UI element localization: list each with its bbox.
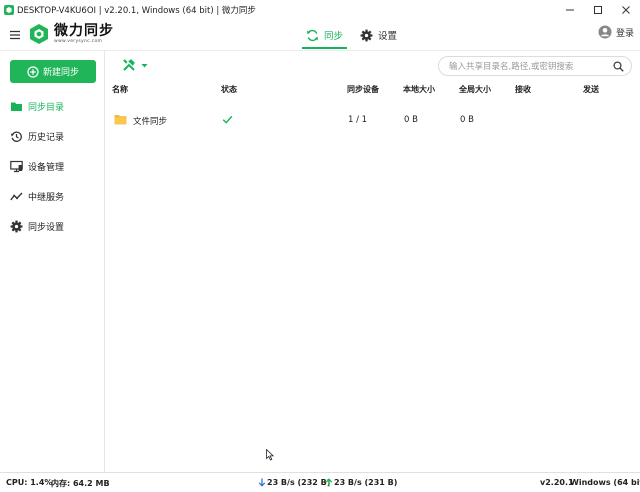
column-header-global-size[interactable]: 全局大小 bbox=[459, 84, 491, 95]
folder-icon bbox=[11, 102, 22, 111]
tools-dropdown[interactable] bbox=[122, 58, 148, 72]
minimize-button[interactable] bbox=[556, 0, 584, 20]
add-circle-icon bbox=[27, 65, 39, 78]
download-rate-value: 23 B/s (232 B) bbox=[267, 478, 331, 487]
login-button[interactable]: 登录 bbox=[598, 25, 634, 39]
devices-count: 1 / 1 bbox=[348, 115, 368, 125]
sidebar-item-label: 中继服务 bbox=[28, 192, 65, 203]
mouse-cursor-icon bbox=[266, 449, 274, 461]
tab-settings[interactable]: 设置 bbox=[360, 24, 397, 46]
sidebar-item-label: 设备管理 bbox=[28, 162, 65, 173]
gear-icon bbox=[360, 29, 373, 41]
search-input[interactable]: 输入共享目录名,路径,或密钥搜索 bbox=[438, 56, 632, 76]
close-icon bbox=[622, 6, 630, 14]
app-header: 微力同步 www.verysync.com 同步 设置 登录 bbox=[0, 20, 640, 50]
maximize-icon bbox=[594, 6, 602, 14]
status-bar: CPU: 1.4% 内存: 64.2 MB 23 B/s (232 B) 23 … bbox=[0, 472, 640, 492]
sidebar-item-history[interactable]: 历史记录 bbox=[0, 125, 104, 147]
sidebar-item-label: 同步目录 bbox=[28, 102, 65, 113]
column-header-local-size[interactable]: 本地大小 bbox=[403, 84, 435, 95]
column-header-send[interactable]: 发送 bbox=[583, 84, 599, 95]
download-arrow-icon bbox=[258, 478, 266, 487]
tab-sync[interactable]: 同步 bbox=[302, 24, 348, 49]
login-label: 登录 bbox=[615, 28, 634, 39]
column-header-devices[interactable]: 同步设备 bbox=[347, 84, 379, 95]
new-sync-button[interactable]: 新建同步 bbox=[10, 60, 96, 83]
column-header-receive[interactable]: 接收 bbox=[515, 84, 531, 95]
memory-usage: 内存: 64.2 MB bbox=[51, 479, 110, 488]
global-size: 0 B bbox=[460, 115, 474, 125]
history-icon bbox=[10, 130, 22, 142]
search-placeholder: 输入共享目录名,路径,或密钥搜索 bbox=[449, 62, 574, 72]
folder-name[interactable]: 文件同步 bbox=[133, 115, 167, 127]
title-bar: DESKTOP-V4KU6OI | v2.20.1, Windows (64 b… bbox=[0, 0, 640, 20]
tab-sync-label: 同步 bbox=[324, 31, 344, 42]
upload-rate-value: 23 B/s (231 B) bbox=[334, 478, 398, 487]
devices-icon bbox=[10, 160, 23, 172]
sidebar-item-label: 历史记录 bbox=[28, 132, 65, 143]
sidebar-item-label: 同步设置 bbox=[28, 222, 65, 233]
sidebar: 新建同步 同步目录 历史记录 设备管理 中继服务 同步设置 bbox=[0, 51, 105, 472]
app-version: v2.20.1 bbox=[540, 478, 574, 487]
os-info: Windows (64 bit) bbox=[570, 478, 640, 487]
logo-subtitle: www.verysync.com bbox=[54, 38, 103, 44]
column-header-name[interactable]: 名称 bbox=[112, 84, 128, 95]
column-header-status[interactable]: 状态 bbox=[221, 84, 237, 95]
sidebar-item-sync-settings[interactable]: 同步设置 bbox=[0, 215, 104, 237]
hamburger-menu-icon[interactable] bbox=[9, 29, 21, 41]
cpu-usage: CPU: 1.4% bbox=[6, 478, 53, 487]
sidebar-item-sync-folders[interactable]: 同步目录 bbox=[0, 95, 104, 117]
minimize-icon bbox=[566, 9, 574, 11]
maximize-button[interactable] bbox=[584, 0, 612, 20]
tools-icon bbox=[123, 59, 135, 71]
new-sync-label: 新建同步 bbox=[42, 68, 79, 78]
upload-arrow-icon bbox=[325, 478, 333, 487]
status-ok-check-icon bbox=[222, 115, 233, 124]
user-avatar-icon bbox=[598, 25, 612, 39]
relay-icon bbox=[10, 192, 23, 200]
app-icon bbox=[4, 5, 14, 15]
caret-down-icon bbox=[141, 63, 148, 67]
download-rate: 23 B/s (232 B) bbox=[258, 478, 330, 487]
sidebar-item-devices[interactable]: 设备管理 bbox=[0, 155, 104, 177]
sidebar-item-relay[interactable]: 中继服务 bbox=[0, 185, 104, 207]
local-size: 0 B bbox=[404, 115, 418, 125]
search-icon[interactable] bbox=[613, 61, 624, 72]
gear-icon bbox=[10, 220, 23, 232]
folder-icon bbox=[114, 115, 127, 125]
window-title: DESKTOP-V4KU6OI | v2.20.1, Windows (64 b… bbox=[17, 6, 256, 16]
active-tab-indicator bbox=[302, 47, 348, 49]
upload-rate: 23 B/s (231 B) bbox=[325, 478, 397, 487]
tab-settings-label: 设置 bbox=[378, 31, 398, 42]
logo-icon bbox=[30, 24, 48, 44]
close-button[interactable] bbox=[612, 0, 640, 20]
sync-icon bbox=[307, 29, 318, 41]
logo-title: 微力同步 bbox=[54, 22, 114, 39]
app-logo: 微力同步 www.verysync.com bbox=[28, 23, 114, 45]
table-row[interactable]: 文件同步 1 / 1 0 B 0 B bbox=[106, 109, 640, 131]
